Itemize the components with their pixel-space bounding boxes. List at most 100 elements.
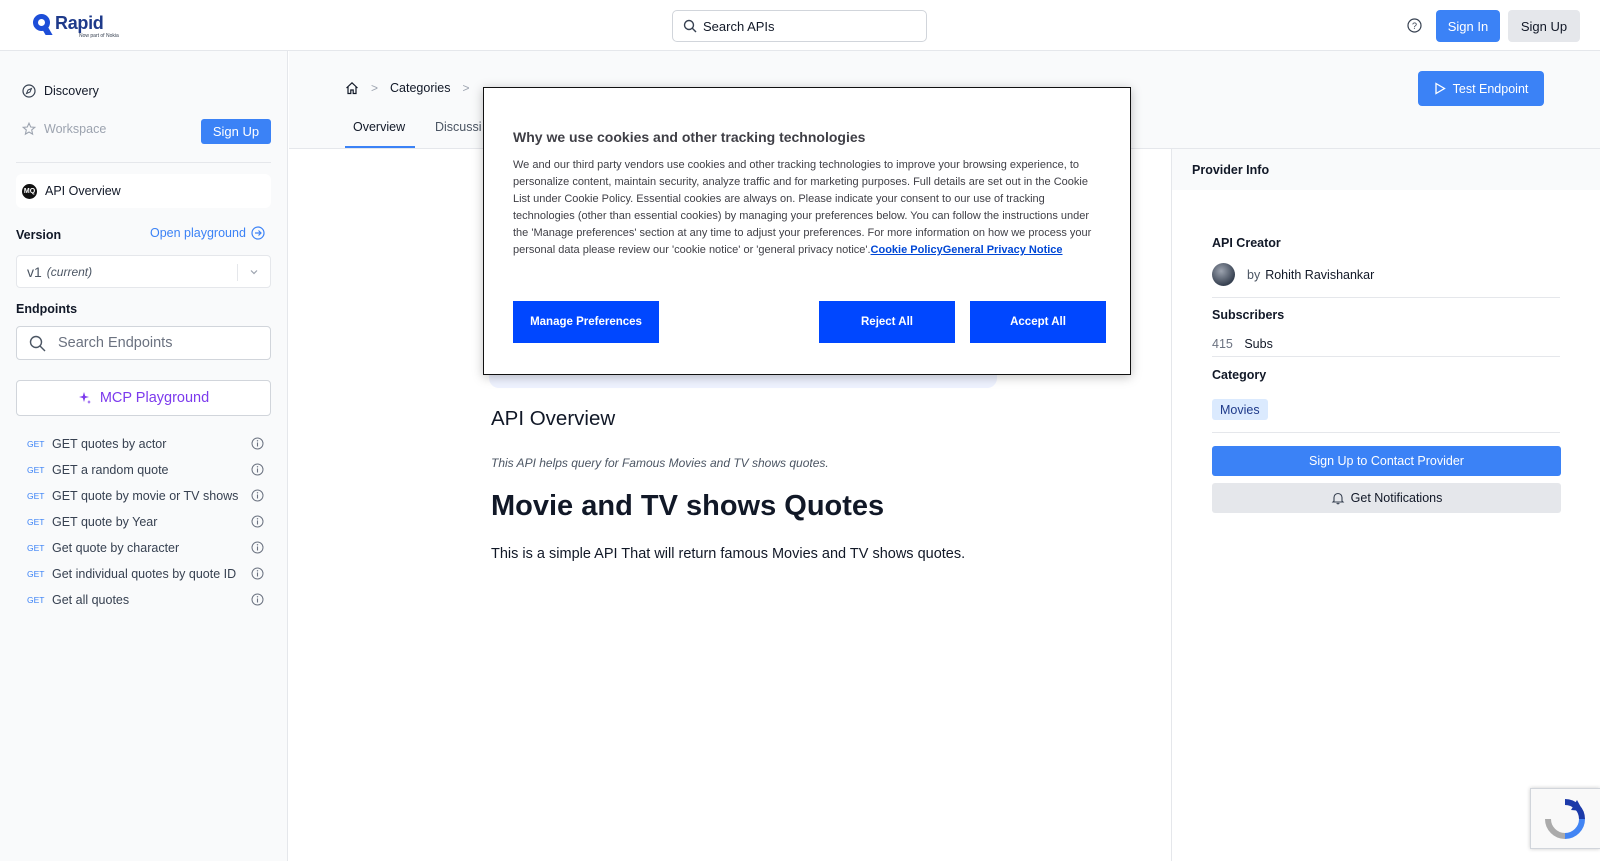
endpoint-item[interactable]: GET GET quotes by actor bbox=[27, 434, 267, 454]
search-endpoints-input[interactable]: Search Endpoints bbox=[16, 326, 271, 360]
cookie-dialog-text: We and our third party vendors use cooki… bbox=[513, 159, 1092, 256]
http-method-badge: GET bbox=[27, 439, 45, 449]
provider-info-panel: Provider Info API Creator by Rohith Ravi… bbox=[1171, 149, 1600, 861]
subscribers-row: 415 Subs bbox=[1212, 337, 1273, 351]
search-apis-placeholder: Search APIs bbox=[703, 18, 775, 34]
open-playground-label: Open playground bbox=[150, 226, 246, 240]
cookie-dialog-title: Why we use cookies and other tracking te… bbox=[513, 129, 866, 145]
divider bbox=[1212, 432, 1560, 433]
sidebar-item-label: Discovery bbox=[44, 84, 99, 98]
http-method-badge: GET bbox=[27, 517, 45, 527]
cookie-consent-dialog: Why we use cookies and other tracking te… bbox=[483, 87, 1131, 375]
creator-by: by bbox=[1247, 267, 1261, 282]
tab-overview[interactable]: Overview bbox=[345, 120, 415, 148]
help-icon[interactable]: ? bbox=[1407, 18, 1422, 33]
reject-all-button[interactable]: Reject All bbox=[819, 301, 955, 343]
accept-all-button[interactable]: Accept All bbox=[970, 301, 1106, 343]
info-icon[interactable] bbox=[251, 489, 264, 502]
api-creator-label: API Creator bbox=[1212, 236, 1281, 250]
divider bbox=[1212, 356, 1560, 357]
endpoint-name: GET quote by movie or TV shows bbox=[52, 489, 239, 503]
manage-preferences-button[interactable]: Manage Preferences bbox=[513, 301, 659, 343]
provider-info-title: Provider Info bbox=[1172, 149, 1600, 190]
info-icon[interactable] bbox=[251, 463, 264, 476]
http-method-badge: GET bbox=[27, 543, 45, 553]
chevron-right-icon: > bbox=[371, 81, 379, 95]
home-icon[interactable] bbox=[345, 81, 359, 95]
search-icon bbox=[29, 335, 46, 351]
endpoint-item[interactable]: GET Get all quotes bbox=[27, 590, 267, 610]
open-playground-link[interactable]: Open playground bbox=[150, 226, 265, 240]
bell-icon bbox=[1331, 492, 1344, 505]
endpoint-item[interactable]: GET Get quote by character bbox=[27, 538, 267, 558]
endpoint-name: Get individual quotes by quote ID bbox=[52, 567, 237, 581]
endpoints-label: Endpoints bbox=[16, 302, 78, 316]
endpoint-item[interactable]: GET Get individual quotes by quote ID bbox=[27, 564, 267, 584]
search-apis-input[interactable]: Search APIs bbox=[672, 10, 927, 42]
recaptcha-icon bbox=[1545, 799, 1585, 839]
version-value: v1 bbox=[27, 263, 42, 280]
creator-row[interactable]: by Rohith Ravishankar bbox=[1212, 263, 1374, 286]
test-endpoint-button[interactable]: Test Endpoint bbox=[1418, 71, 1544, 106]
endpoint-name: GET a random quote bbox=[52, 463, 169, 477]
info-icon[interactable] bbox=[251, 437, 264, 450]
recaptcha-badge[interactable] bbox=[1530, 788, 1600, 849]
sign-in-button[interactable]: Sign In bbox=[1436, 10, 1500, 42]
endpoint-name: Get all quotes bbox=[52, 593, 130, 607]
brand-tagline: Now part of Nokia bbox=[79, 33, 119, 39]
info-icon[interactable] bbox=[251, 541, 264, 554]
version-current-tag: (current) bbox=[46, 264, 93, 279]
http-method-badge: GET bbox=[27, 491, 45, 501]
readme-heading: Movie and TV shows Quotes bbox=[491, 490, 885, 522]
tab-discussions[interactable]: Discussi bbox=[435, 120, 482, 148]
http-method-badge: GET bbox=[27, 569, 45, 579]
privacy-notice-link[interactable]: General Privacy Notice bbox=[943, 244, 1063, 256]
sidebar-sign-up-button[interactable]: Sign Up bbox=[201, 119, 271, 144]
sparkle-icon bbox=[78, 392, 91, 404]
endpoint-name: GET quotes by actor bbox=[52, 437, 167, 451]
overview-title: API Overview bbox=[491, 407, 616, 430]
sidebar: Discovery Workspace Sign Up MQ API Overv… bbox=[0, 51, 288, 861]
sidebar-item-label: Workspace bbox=[44, 122, 107, 136]
subscribers-unit: Subs bbox=[1244, 337, 1273, 351]
category-label: Category bbox=[1212, 368, 1267, 382]
sidebar-item-label: API Overview bbox=[45, 184, 121, 198]
info-icon[interactable] bbox=[251, 593, 264, 606]
brand-name: Rapid bbox=[55, 13, 104, 33]
divider bbox=[16, 162, 271, 163]
endpoint-item[interactable]: GET GET a random quote bbox=[27, 460, 267, 480]
sidebar-item-api-overview[interactable]: MQ API Overview bbox=[16, 174, 271, 208]
cookie-policy-link[interactable]: Cookie Policy bbox=[871, 244, 943, 256]
mcp-playground-button[interactable]: MCP Playground bbox=[16, 380, 271, 416]
endpoint-item[interactable]: GET GET quote by movie or TV shows bbox=[27, 486, 267, 506]
category-chip[interactable]: Movies bbox=[1212, 399, 1268, 420]
sidebar-item-discovery[interactable]: Discovery bbox=[22, 84, 99, 98]
mcp-playground-label: MCP Playground bbox=[99, 390, 210, 406]
arrow-circle-right-icon bbox=[251, 226, 265, 240]
api-logo-badge: MQ bbox=[22, 183, 37, 199]
subscribers-label: Subscribers bbox=[1212, 308, 1285, 322]
chevron-right-icon: > bbox=[462, 81, 470, 95]
http-method-badge: GET bbox=[27, 595, 45, 605]
get-notifications-label: Get Notifications bbox=[1350, 491, 1443, 505]
top-navigation-bar: Rapid Now part of Nokia Search APIs ? Si… bbox=[0, 0, 1600, 51]
sign-up-button[interactable]: Sign Up bbox=[1508, 10, 1580, 42]
breadcrumb-categories[interactable]: Categories bbox=[390, 81, 450, 95]
overview-description: This API helps query for Famous Movies a… bbox=[491, 456, 829, 470]
endpoint-name: GET quote by Year bbox=[52, 515, 158, 529]
info-icon[interactable] bbox=[251, 515, 264, 528]
svg-text:?: ? bbox=[1412, 21, 1417, 31]
info-icon[interactable] bbox=[251, 567, 264, 580]
star-icon bbox=[22, 122, 36, 136]
contact-provider-button[interactable]: Sign Up to Contact Provider bbox=[1212, 446, 1561, 476]
rapid-logo[interactable]: Rapid Now part of Nokia bbox=[33, 14, 119, 39]
rapid-logo-icon bbox=[33, 14, 53, 36]
version-select[interactable]: v1 (current) bbox=[16, 255, 271, 288]
subscribers-count: 415 bbox=[1212, 337, 1233, 351]
search-endpoints-placeholder: Search Endpoints bbox=[58, 335, 173, 351]
search-icon bbox=[683, 19, 697, 33]
get-notifications-button[interactable]: Get Notifications bbox=[1212, 483, 1561, 513]
endpoint-item[interactable]: GET GET quote by Year bbox=[27, 512, 267, 532]
sidebar-item-workspace[interactable]: Workspace bbox=[22, 122, 106, 136]
avatar bbox=[1212, 263, 1235, 286]
